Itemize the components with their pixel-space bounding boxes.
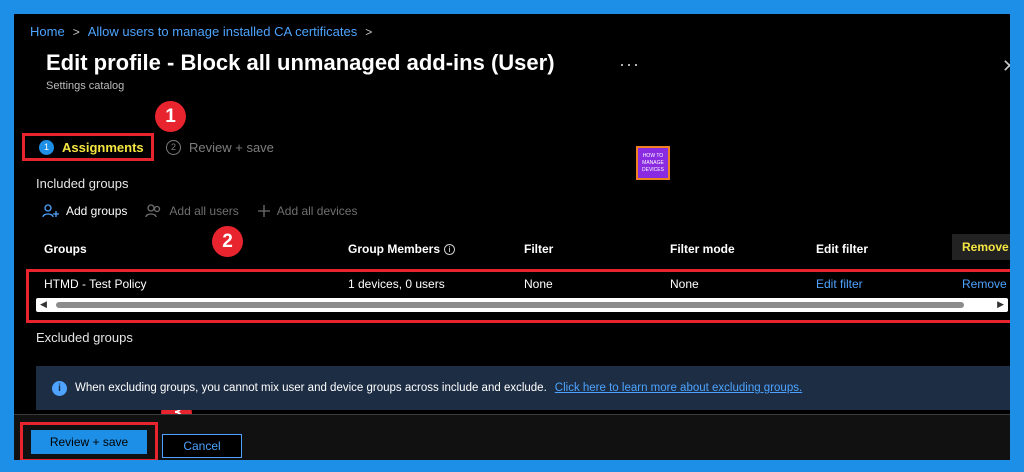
callout-badge-1: 1 [155,101,186,132]
logo-text: HOW TO [642,152,664,159]
breadcrumb-separator: > [365,24,373,39]
step-number-1: 1 [39,139,54,155]
info-banner: i When excluding groups, you cannot mix … [36,366,1010,410]
plus-icon [257,205,270,217]
add-group-icon [42,204,59,218]
add-all-users-label: Add all users [169,204,239,218]
included-groups-heading: Included groups [36,176,129,191]
logo-text: MANAGE [642,159,664,166]
info-icon[interactable]: i [444,244,456,256]
scroll-right-icon[interactable]: ▶ [997,299,1004,310]
column-header-edit-filter[interactable]: Edit filter [816,242,868,256]
review-save-highlight: Review + save [20,422,158,460]
column-header-filter[interactable]: Filter [524,242,553,256]
table-cell-group: HTMD - Test Policy [44,277,147,291]
close-icon[interactable]: ✕ [1002,56,1010,77]
tab-review-save[interactable]: 2 Review + save [166,133,274,161]
callout-badge-2: 2 [212,226,243,257]
tab-assignments-label: Assignments [62,139,144,155]
column-header-group-members-label: Group Members [348,242,441,256]
breadcrumb-separator: > [72,24,80,39]
breadcrumb-policy[interactable]: Allow users to manage installed CA certi… [88,24,358,39]
column-header-filter-mode[interactable]: Filter mode [670,242,735,256]
tab-assignments[interactable]: 1 Assignments [22,133,154,161]
step-number-2: 2 [166,139,181,155]
main-panel: Home > Allow users to manage installed C… [14,14,1010,460]
users-icon [145,204,161,218]
column-header-remove[interactable]: Remove [952,234,1010,260]
column-header-group-members[interactable]: Group Members i [348,242,456,256]
info-banner-text: When excluding groups, you cannot mix us… [75,382,547,394]
edit-filter-link[interactable]: Edit filter [816,277,863,291]
cancel-button[interactable]: Cancel [162,434,242,458]
logo-text: DEVICES [642,166,664,173]
learn-more-link[interactable]: Click here to learn more about excluding… [555,382,802,394]
add-groups-button[interactable]: Add groups [42,204,127,218]
table-cell-filter-mode: None [670,277,699,291]
add-all-users-button[interactable]: Add all users [145,204,239,218]
review-save-button[interactable]: Review + save [31,430,147,454]
watermark-logo: HOW TO MANAGE DEVICES [636,146,670,180]
horizontal-scrollbar[interactable]: ◀ ▶ [36,298,1008,312]
scroll-left-icon[interactable]: ◀ [40,299,47,310]
add-groups-label: Add groups [66,204,128,218]
remove-link[interactable]: Remove [962,277,1007,291]
column-header-groups[interactable]: Groups [44,242,87,256]
excluded-groups-heading: Excluded groups [36,330,133,345]
table-cell-filter: None [524,277,553,291]
page-subtitle: Settings catalog [46,80,125,92]
table-cell-members: 1 devices, 0 users [348,277,445,291]
scrollbar-thumb[interactable] [56,302,964,308]
add-all-devices-button[interactable]: Add all devices [257,204,358,218]
tab-review-save-label: Review + save [189,139,274,155]
breadcrumb-home[interactable]: Home [30,24,65,39]
page-title: Edit profile - Block all unmanaged add-i… [46,50,555,75]
info-circle-icon: i [52,380,67,396]
breadcrumb: Home > Allow users to manage installed C… [30,24,372,39]
more-options-icon[interactable]: ··· [619,54,640,75]
assignment-toolbar: Add groups Add all users Add all devices [42,204,357,218]
add-all-devices-label: Add all devices [276,204,358,218]
